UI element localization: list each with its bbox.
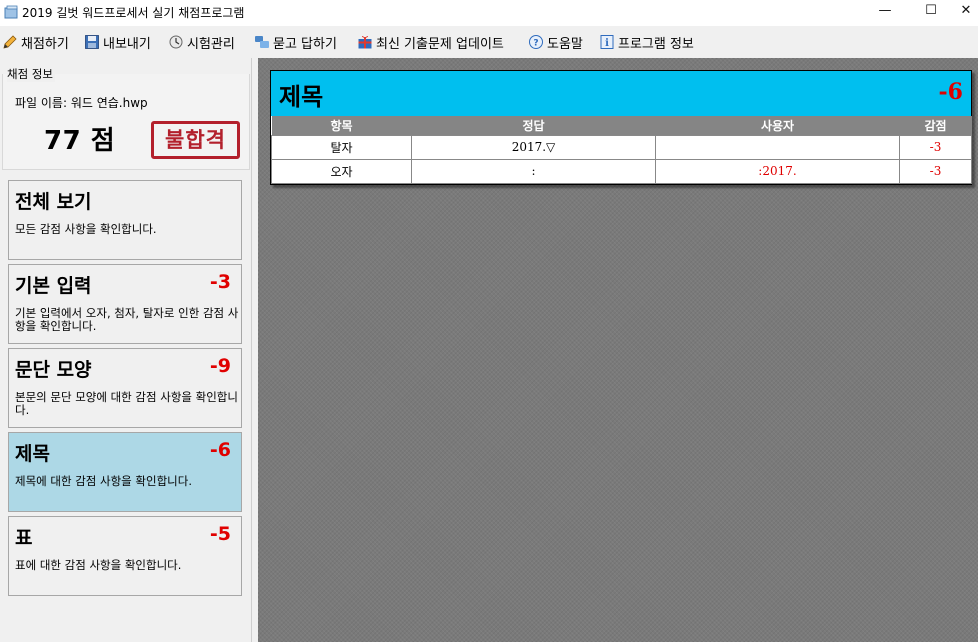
category-description: 제목에 대한 감점 사항을 확인합니다. xyxy=(15,474,192,488)
column-header-item: 항목 xyxy=(271,116,412,135)
result-stamp: 불합격 xyxy=(151,121,240,159)
maximize-button[interactable]: ☐ xyxy=(908,0,954,24)
category-deduction: -9 xyxy=(209,355,231,377)
detail-panel: 제목 -6 항목 정답 사용자 감점 탈자 2017.▽ -3 오자::20… xyxy=(270,70,972,185)
detail-title: 제목 xyxy=(279,83,324,111)
exam-manage-icon xyxy=(169,35,183,49)
menu-bar: 채점하기 내보내기 시험관리 묻고 답하기 최신 기출문제 업데이트 ? 도움말… xyxy=(0,26,978,58)
category-deduction: -3 xyxy=(209,271,231,293)
category-title: 문단 모양 xyxy=(15,359,92,381)
window-title: 2019 길벗 워드프로세서 실기 채점프로그램 xyxy=(22,6,245,20)
menu-export-label: 내보내기 xyxy=(103,36,151,52)
save-icon xyxy=(85,35,99,49)
category-card-paragraph[interactable]: 문단 모양 -9 본문의 문단 모양에 대한 감점 사항을 확인합니다. xyxy=(8,348,242,428)
category-deduction: -6 xyxy=(209,439,231,461)
menu-help[interactable]: ? 도움말 xyxy=(528,32,583,52)
score: 77 점 xyxy=(44,126,116,156)
cell-answer: : xyxy=(411,158,656,184)
category-description: 본문의 문단 모양에 대한 감점 사항을 확인합니다. xyxy=(15,390,238,417)
category-card-basic-input[interactable]: 기본 입력 -3 기본 입력에서 오자, 첨자, 탈자로 인한 감점 사항을 확… xyxy=(8,264,242,344)
menu-update[interactable]: 최신 기출문제 업데이트 xyxy=(357,32,504,52)
help-icon: ? xyxy=(529,35,543,49)
category-title: 기본 입력 xyxy=(15,275,92,297)
category-card-table[interactable]: 표 -5 표에 대한 감점 사항을 확인합니다. xyxy=(8,516,242,596)
menu-qa-label: 묻고 답하기 xyxy=(273,36,337,52)
menu-help-label: 도움말 xyxy=(547,36,583,52)
svg-text:?: ? xyxy=(533,39,538,49)
close-button[interactable]: ✕ xyxy=(954,0,978,24)
category-title: 전체 보기 xyxy=(15,191,92,213)
left-panel: 채점 정보 파일 이름: 워드 연습.hwp 77 점 불합격 전체 보기 모든… xyxy=(0,58,252,642)
deduction-table: 항목 정답 사용자 감점 탈자 2017.▽ -3 오자 : :2017. -3 xyxy=(271,116,972,184)
menu-update-label: 최신 기출문제 업데이트 xyxy=(376,36,504,52)
column-header-deduction: 감점 xyxy=(899,116,972,135)
file-name: 파일 이름: 워드 연습.hwp xyxy=(15,96,148,110)
detail-total-deduction: -6 xyxy=(938,79,963,105)
grade-info-title: 채점 정보 xyxy=(7,66,55,82)
cell-item: 오자 xyxy=(271,158,412,184)
menu-program-info[interactable]: i 프로그램 정보 xyxy=(599,32,694,52)
menu-export[interactable]: 내보내기 xyxy=(84,32,151,52)
category-card-title[interactable]: 제목 -6 제목에 대한 감점 사항을 확인합니다. xyxy=(8,432,242,512)
column-header-answer: 정답 xyxy=(411,116,656,135)
info-icon: i xyxy=(600,35,614,49)
title-bar: 2019 길벗 워드프로세서 실기 채점프로그램 — ☐ ✕ xyxy=(0,0,978,26)
category-description: 표에 대한 감점 사항을 확인합니다. xyxy=(15,558,182,572)
svg-text:i: i xyxy=(605,38,609,49)
cell-deduction: -3 xyxy=(899,134,972,160)
menu-grade-label: 채점하기 xyxy=(21,36,69,52)
cell-user: :2017. xyxy=(655,158,900,184)
cell-user xyxy=(655,134,900,160)
column-header-user: 사용자 xyxy=(655,116,900,135)
category-description: 모든 감점 사항을 확인합니다. xyxy=(15,222,157,236)
app-icon xyxy=(4,5,18,19)
gift-update-icon xyxy=(358,35,372,49)
category-title: 표 xyxy=(15,527,33,549)
table-row[interactable]: 오자 : :2017. -3 xyxy=(271,158,972,184)
menu-program-info-label: 프로그램 정보 xyxy=(618,36,694,52)
content-area: 제목 -6 항목 정답 사용자 감점 탈자 2017.▽ -3 오자::20… xyxy=(258,58,978,642)
category-deduction: -5 xyxy=(209,523,231,545)
minimize-button[interactable]: — xyxy=(862,0,908,24)
table-header-row: 항목 정답 사용자 감점 xyxy=(271,116,972,135)
menu-qa[interactable]: 묻고 답하기 xyxy=(254,32,337,52)
cell-item: 탈자 xyxy=(271,134,412,160)
category-title: 제목 xyxy=(15,443,50,465)
qa-icon xyxy=(255,36,269,48)
category-description: 기본 입력에서 오자, 첨자, 탈자로 인한 감점 사항을 확인합니다. xyxy=(15,306,239,333)
menu-exam-manage-label: 시험관리 xyxy=(187,36,235,52)
pencil-icon xyxy=(3,35,17,49)
cell-answer: 2017.▽ xyxy=(411,134,656,160)
cell-deduction: -3 xyxy=(899,158,972,184)
table-row[interactable]: 탈자 2017.▽ -3 xyxy=(271,134,972,160)
menu-grade[interactable]: 채점하기 xyxy=(2,32,69,52)
category-card-overview[interactable]: 전체 보기 모든 감점 사항을 확인합니다. xyxy=(8,180,242,260)
menu-exam-manage[interactable]: 시험관리 xyxy=(168,32,235,52)
detail-header: 제목 -6 xyxy=(271,71,971,116)
